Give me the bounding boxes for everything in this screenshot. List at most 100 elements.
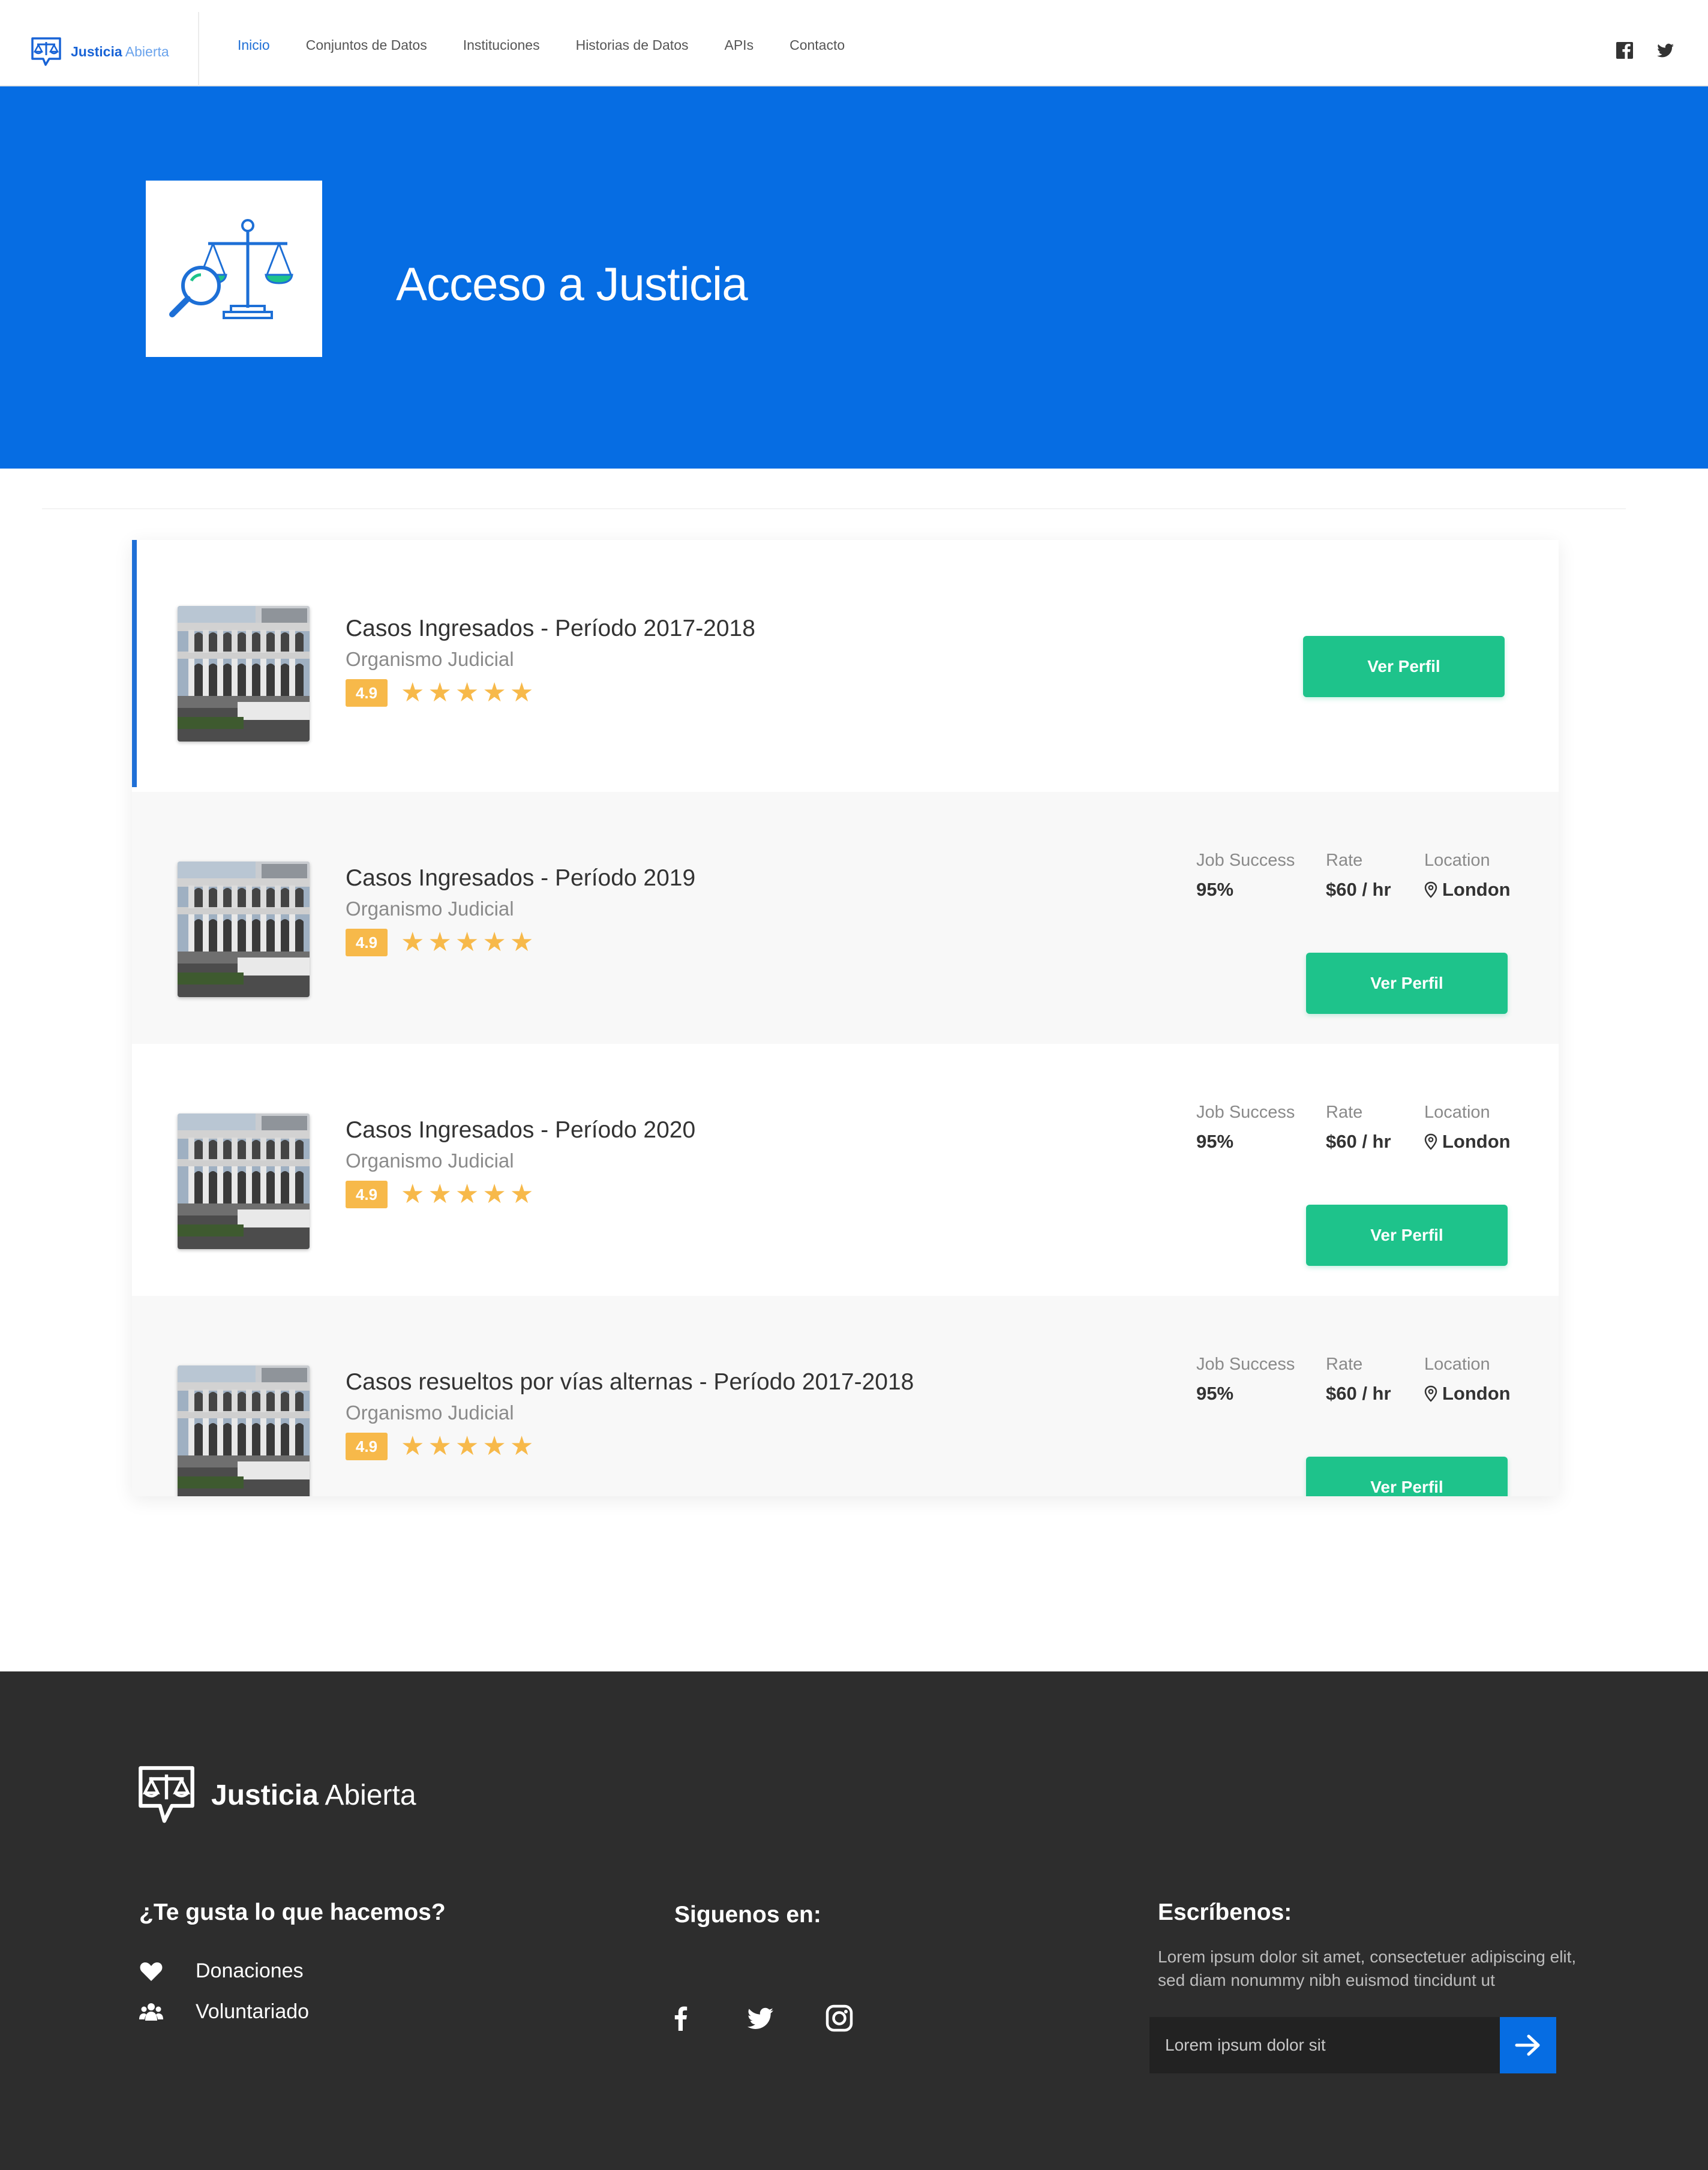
rating: 4.9 ★ ★ ★ ★ ★: [346, 929, 533, 956]
star-icon: ★: [509, 927, 534, 958]
footer-contact-text: Lorem ipsum dolor sit amet, consectetuer…: [1158, 1947, 1577, 1989]
hero-icon-card: [146, 181, 322, 357]
location-stat: Location London: [1424, 1355, 1511, 1404]
instagram-icon[interactable]: [824, 2003, 854, 2033]
row-stats: Job Success 95% Rate $60 / hr Location L…: [1196, 1103, 1511, 1152]
star-icon: ★: [428, 1179, 452, 1209]
rating-stars: ★ ★ ★ ★ ★: [401, 1433, 533, 1460]
star-icon: ★: [401, 927, 425, 958]
star-icon: ★: [509, 1431, 534, 1461]
section-divider: [42, 508, 1626, 509]
job-success-value: 95%: [1196, 1131, 1234, 1152]
star-icon: ★: [455, 1179, 479, 1209]
job-success-value: 95%: [1196, 1383, 1234, 1404]
twitter-icon[interactable]: [745, 2003, 775, 2033]
row-stats: Job Success 95% Rate $60 / hr Location L…: [1196, 1355, 1511, 1404]
star-icon: ★: [482, 1179, 506, 1209]
dataset-thumbnail: [178, 1113, 310, 1249]
location-label: Location: [1424, 1103, 1490, 1122]
subscribe-form: [1149, 2017, 1556, 2073]
nav-link-instituciones[interactable]: Instituciones: [463, 37, 540, 53]
location-stat: Location London: [1424, 851, 1511, 901]
view-profile-button[interactable]: Ver Perfil: [1306, 953, 1508, 1014]
rating-badge: 4.9: [346, 1433, 388, 1460]
top-navbar: Justicia Abierta Inicio Conjuntos de Dato…: [0, 0, 1708, 86]
nav-link-conjuntos-de-datos[interactable]: Conjuntos de Datos: [306, 37, 427, 53]
dataset-title[interactable]: Casos resueltos por vías alternas - Perí…: [346, 1369, 914, 1395]
rate-stat: Rate $60 / hr: [1326, 851, 1424, 901]
location-value-wrap: London: [1424, 1383, 1511, 1404]
job-success-stat: Job Success 95%: [1196, 1103, 1326, 1152]
nav-link-inicio[interactable]: Inicio: [238, 37, 270, 53]
view-profile-button[interactable]: Ver Perfil: [1306, 1205, 1508, 1266]
location-value-wrap: London: [1424, 879, 1511, 901]
footer-col1-title: ¿Te gusta lo que hacemos?: [139, 1899, 446, 1925]
rate-value: $60 / hr: [1326, 879, 1391, 900]
dataset-title[interactable]: Casos Ingresados - Período 2020: [346, 1117, 695, 1143]
dataset-title[interactable]: Casos Ingresados - Período 2017-2018: [346, 616, 755, 642]
facebook-icon[interactable]: [666, 2003, 696, 2033]
dataset-thumbnail: [178, 862, 310, 997]
dataset-list: Casos Ingresados - Período 2017-2018 Org…: [132, 540, 1559, 1496]
job-success-label: Job Success: [1196, 1355, 1295, 1374]
volunteer-label: Voluntariado: [196, 2000, 310, 2023]
nav-menu: Inicio Conjuntos de Datos Instituciones His…: [238, 37, 881, 53]
location-value: London: [1442, 1383, 1511, 1404]
twitter-icon[interactable]: [1656, 41, 1675, 60]
job-success-stat: Job Success 95%: [1196, 1355, 1326, 1404]
arrow-right-icon: [1515, 2034, 1540, 2056]
nav-social-links: [1615, 41, 1675, 60]
star-icon: ★: [428, 677, 452, 708]
rate-label: Rate: [1326, 1355, 1363, 1374]
star-icon: ★: [455, 1431, 479, 1461]
rating-stars: ★ ★ ★ ★ ★: [401, 929, 533, 956]
star-icon: ★: [401, 677, 425, 708]
users-icon: [139, 2003, 163, 2021]
star-icon: ★: [482, 1431, 506, 1461]
nav-link-contacto[interactable]: Contacto: [790, 37, 845, 53]
job-success-stat: Job Success 95%: [1196, 851, 1326, 901]
subscribe-button[interactable]: [1500, 2017, 1556, 2073]
dataset-row: Casos Ingresados - Período 2020 Organism…: [132, 1044, 1559, 1296]
location-label: Location: [1424, 1355, 1490, 1374]
nav-link-apis[interactable]: APIs: [725, 37, 754, 53]
dataset-row: Casos Ingresados - Período 2017-2018 Org…: [132, 540, 1559, 792]
dataset-title[interactable]: Casos Ingresados - Período 2019: [346, 865, 695, 892]
view-profile-button[interactable]: Ver Perfil: [1306, 1457, 1508, 1496]
donations-link[interactable]: Donaciones: [139, 1959, 304, 1983]
site-footer: Justicia Abierta ¿Te gusta lo que hacemo…: [0, 1671, 1708, 2170]
star-icon: ★: [455, 677, 479, 708]
rating-badge: 4.9: [346, 679, 388, 707]
dataset-thumbnail: [178, 606, 310, 742]
nav-link-historias-de-datos[interactable]: Historias de Datos: [576, 37, 689, 53]
subscribe-input[interactable]: [1149, 2017, 1500, 2073]
star-icon: ★: [428, 1431, 452, 1461]
job-success-label: Job Success: [1196, 851, 1295, 870]
scales-magnifier-icon: [169, 219, 293, 319]
nav-divider: [198, 12, 199, 86]
brand-name: Justicia Abierta: [71, 43, 169, 59]
rate-value: $60 / hr: [1326, 1383, 1391, 1404]
star-icon: ★: [401, 1179, 425, 1209]
view-profile-button[interactable]: Ver Perfil: [1303, 636, 1505, 697]
job-success-label: Job Success: [1196, 1103, 1295, 1122]
dataset-thumbnail: [178, 1365, 310, 1496]
rating-stars: ★ ★ ★ ★ ★: [401, 680, 533, 706]
footer-brand[interactable]: Justicia Abierta: [135, 1763, 416, 1827]
volunteer-link[interactable]: Voluntariado: [139, 2000, 309, 2024]
brand-logo[interactable]: Justicia Abierta: [29, 35, 169, 68]
rating-stars: ★ ★ ★ ★ ★: [401, 1181, 533, 1208]
facebook-icon[interactable]: [1615, 41, 1634, 60]
scales-logo-icon: [139, 1766, 194, 1823]
location-stat: Location London: [1424, 1103, 1511, 1152]
star-icon: ★: [509, 1179, 534, 1209]
rating: 4.9 ★ ★ ★ ★ ★: [346, 1433, 533, 1460]
location-value: London: [1442, 879, 1511, 900]
star-icon: ★: [401, 1431, 425, 1461]
footer-col2-title: Siguenos en:: [674, 1902, 821, 1928]
location-value: London: [1442, 1131, 1511, 1152]
rate-stat: Rate $60 / hr: [1326, 1103, 1424, 1152]
footer-brand-name: Justicia Abierta: [211, 1779, 416, 1811]
dataset-row: Casos resueltos por vías alternas - Perí…: [132, 1296, 1559, 1496]
star-icon: ★: [482, 677, 506, 708]
